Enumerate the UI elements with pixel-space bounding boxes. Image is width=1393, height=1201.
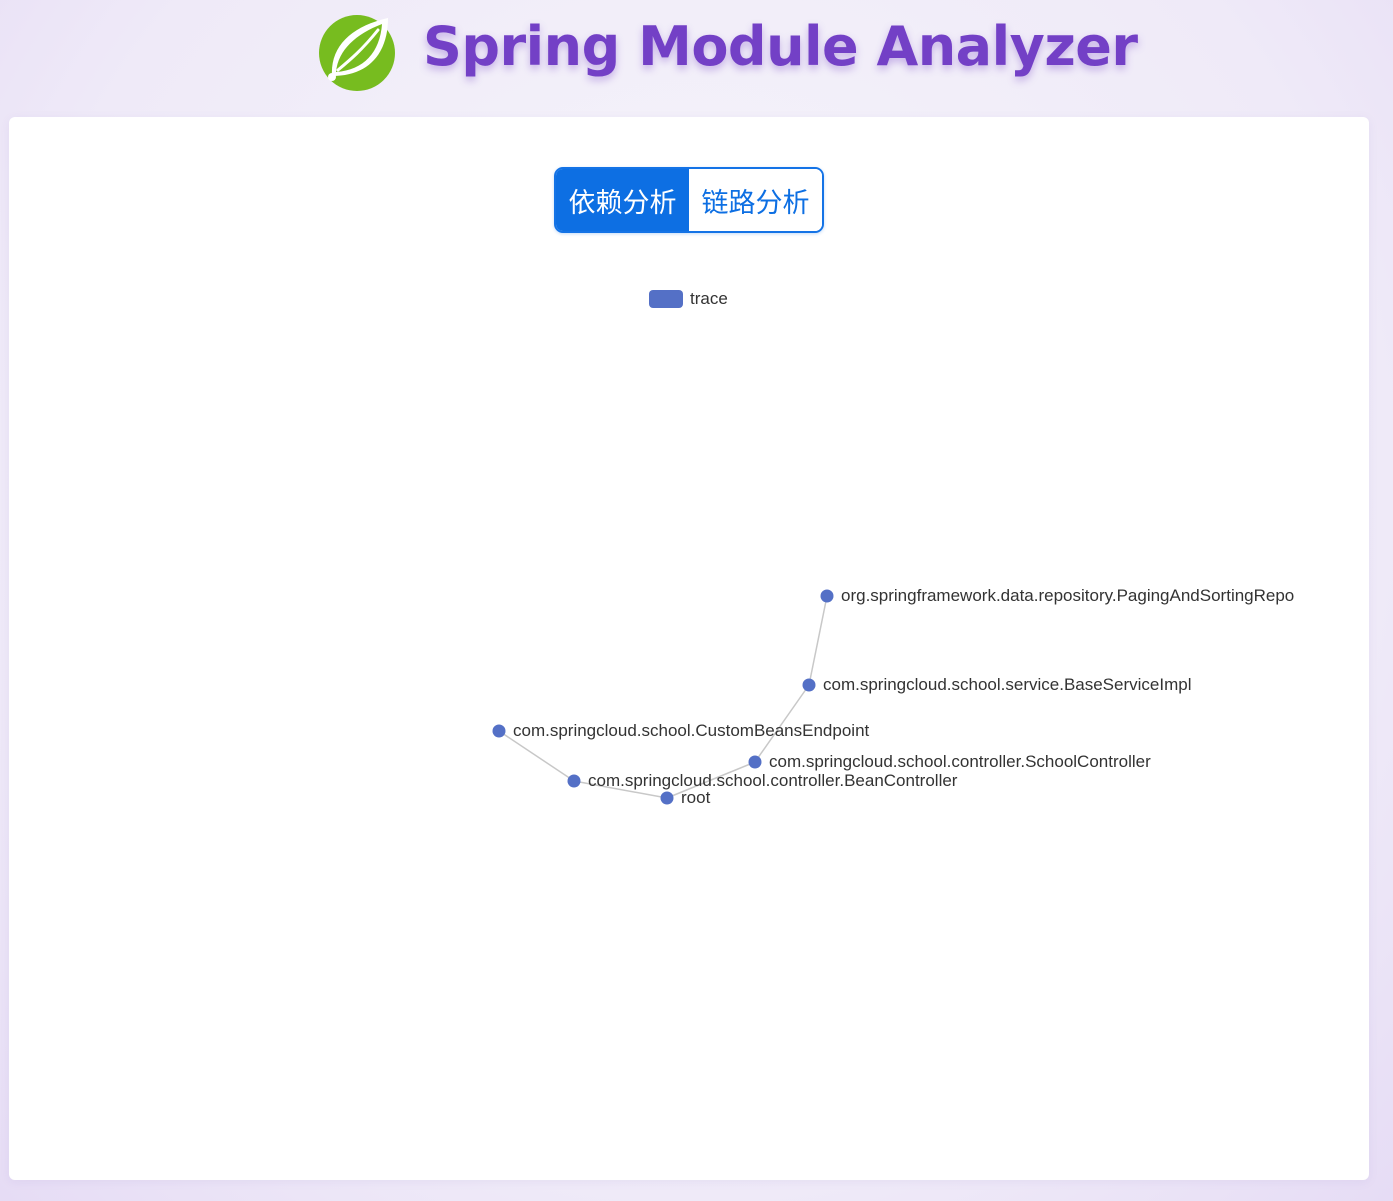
spring-leaf-icon — [316, 10, 398, 92]
graph-node-custom[interactable]: com.springcloud.school.CustomBeansEndpoi… — [492, 721, 870, 740]
graph-node-label: com.springcloud.school.service.BaseServi… — [823, 675, 1192, 694]
graph-node-dot[interactable] — [802, 678, 816, 692]
graph-node-label: root — [681, 788, 711, 807]
graph-node-school[interactable]: com.springcloud.school.controller.School… — [748, 752, 1152, 771]
graph-node-dot[interactable] — [567, 774, 581, 788]
graph-edge-base-paging — [808, 595, 828, 686]
graph-node-dot[interactable] — [820, 589, 834, 603]
graph-node-label: com.springcloud.school.controller.BeanCo… — [588, 771, 958, 790]
app-title: Spring Module Analyzer — [423, 15, 1138, 78]
graph-node-paging[interactable]: org.springframework.data.repository.Pagi… — [820, 586, 1295, 605]
graph-node-root[interactable]: root — [660, 788, 711, 807]
graph-node-dot[interactable] — [492, 724, 506, 738]
graph-node-dot[interactable] — [660, 791, 674, 805]
graph-legend[interactable]: trace — [649, 289, 728, 308]
graph-node-bean[interactable]: com.springcloud.school.controller.BeanCo… — [567, 771, 958, 790]
graph-node-dot[interactable] — [748, 755, 762, 769]
graph-node-label: com.springcloud.school.CustomBeansEndpoi… — [513, 721, 870, 740]
graph-node-label: com.springcloud.school.controller.School… — [769, 752, 1151, 771]
app-header: Spring Module Analyzer — [0, 0, 1393, 112]
graph-node-label: org.springframework.data.repository.Pagi… — [841, 586, 1294, 605]
legend-label-trace[interactable]: trace — [690, 289, 728, 308]
graph-nodes[interactable]: rootcom.springcloud.school.controller.Be… — [492, 586, 1295, 807]
graph-node-base[interactable]: com.springcloud.school.service.BaseServi… — [802, 675, 1192, 694]
legend-swatch-trace[interactable] — [649, 290, 683, 308]
main-panel: 依赖分析 链路分析 trace root com.springcloud.scho… — [9, 117, 1369, 1180]
dependency-graph[interactable]: trace rootcom.springcloud.school.control… — [9, 117, 1369, 1180]
